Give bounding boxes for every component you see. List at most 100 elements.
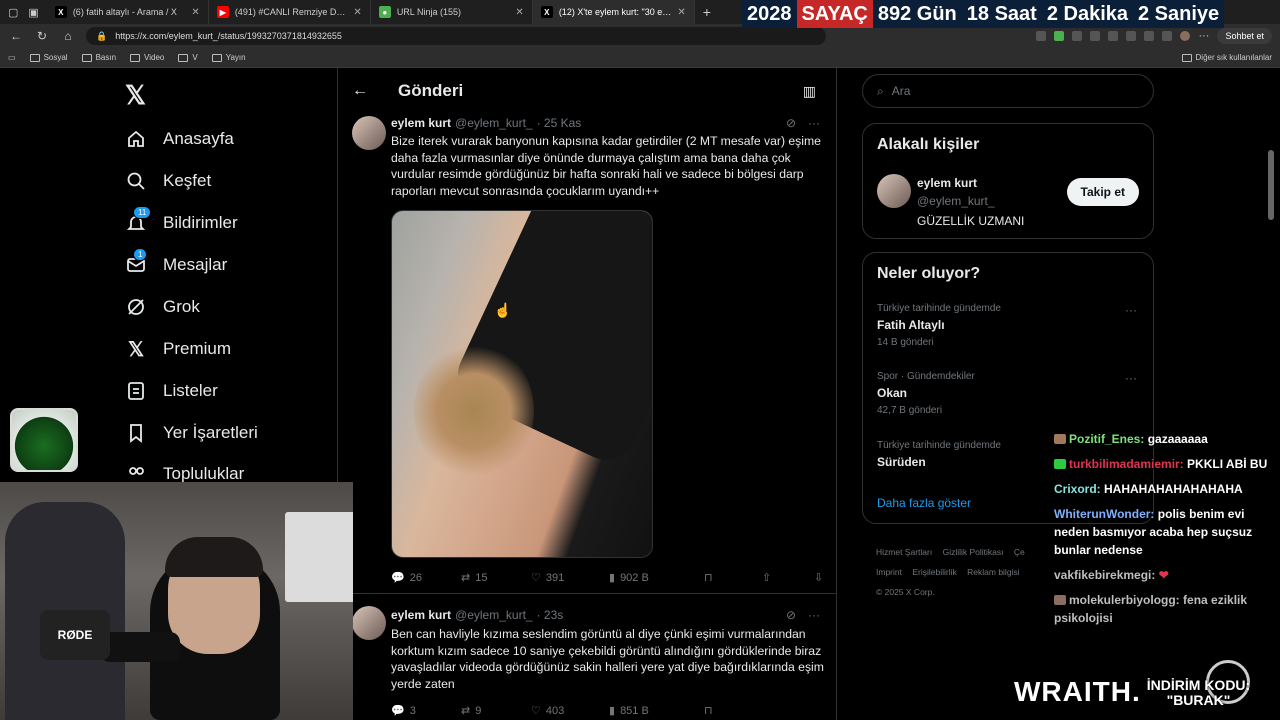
more-options-icon[interactable]: ··· (808, 608, 820, 622)
repost-button[interactable]: ⇄ 9 (461, 704, 531, 718)
share-button[interactable]: ⇧ (762, 571, 814, 584)
menu-dots-icon[interactable]: ··· (1198, 30, 1209, 42)
other-bookmarks[interactable]: Diğer sık kullanılanlar (1181, 53, 1272, 62)
nav-explore[interactable]: Keşfet (125, 170, 211, 192)
page-title: Gönderi (398, 81, 464, 100)
more-options-icon[interactable]: ··· (1125, 371, 1137, 385)
workspaces-icon[interactable]: ▢ (8, 6, 18, 19)
author-handle[interactable]: @eylem_kurt_ (455, 608, 533, 622)
browser-tab-2[interactable]: ▶ (491) #CANLI Remziye Demirkol ✕ (209, 0, 371, 24)
avatar[interactable] (352, 606, 386, 640)
folder-icon (211, 53, 222, 62)
reply-button[interactable]: 💬 3 (391, 704, 461, 718)
post-header: ← Gönderi ▥ (338, 70, 836, 112)
grok-icon[interactable]: ⊘ (786, 608, 796, 622)
like-button[interactable]: ♡ 391 (531, 571, 609, 585)
close-tab-icon[interactable]: ✕ (677, 7, 685, 18)
person-name[interactable]: eylem kurt (917, 176, 977, 190)
close-tab-icon[interactable]: ✕ (191, 7, 199, 18)
new-tab-button[interactable]: + (695, 4, 719, 20)
follow-button[interactable]: Takip et (1066, 178, 1139, 206)
extension-icon[interactable] (1108, 31, 1119, 41)
bookmark-label: Sosyal (43, 53, 68, 62)
tweet-photo[interactable] (391, 210, 653, 558)
footer-link[interactable]: Imprint (876, 567, 902, 577)
bookmark-manager-icon[interactable]: ▭ (8, 53, 16, 62)
author-handle[interactable]: @eylem_kurt_ (455, 116, 533, 130)
bookmark-folder[interactable]: Yayın (211, 53, 246, 62)
footer-link[interactable]: Hizmet Şartları (876, 547, 932, 557)
search-icon (125, 170, 147, 192)
more-options-icon[interactable]: ··· (1125, 303, 1137, 317)
tweet-time[interactable]: · 25 Kas (537, 116, 582, 130)
folder-icon (178, 53, 189, 62)
browser-tab-4[interactable]: X (12) X'te eylem kurt: "30 eylül sab ✕ (532, 0, 695, 24)
nav-label: Grok (163, 297, 200, 316)
footer-link[interactable]: Reklam bilgisi (967, 567, 1019, 577)
extension-icon[interactable] (1144, 31, 1155, 41)
profile-avatar-icon[interactable] (1180, 31, 1191, 41)
show-more-link[interactable]: Daha fazla göster (877, 496, 971, 510)
tab-actions-icon[interactable]: ▣ (28, 6, 38, 19)
bookmark-folder[interactable]: Sosyal (29, 53, 68, 62)
chat-text: gazaaaaaa (1147, 432, 1208, 446)
tweet-time[interactable]: · 23s (537, 608, 564, 622)
reply-button[interactable]: 💬 26 (391, 571, 461, 585)
repost-button[interactable]: ⇄ 15 (461, 571, 531, 585)
extension-icon[interactable] (1036, 31, 1047, 41)
views-button[interactable]: ▮ 851 B (609, 704, 704, 718)
bookmark-folder[interactable]: Video (130, 53, 164, 62)
back-arrow-icon[interactable]: ← (352, 82, 382, 100)
home-icon[interactable]: ⌂ (60, 29, 76, 43)
extension-icon[interactable] (1054, 31, 1065, 41)
author-name[interactable]: eylem kurt (391, 116, 451, 130)
bookmark-folder[interactable]: Basın (81, 53, 116, 62)
tweet[interactable]: eylem kurt @eylem_kurt_ · 23s ⊘ ··· Ben … (338, 596, 836, 720)
author-name[interactable]: eylem kurt (391, 608, 451, 622)
views-button[interactable]: ▮ 902 B (609, 571, 704, 585)
browser-tab-3[interactable]: ● URL Ninja (155) ✕ (371, 0, 533, 24)
nav-notifications[interactable]: 11 Bildirimler (125, 206, 238, 234)
person-handle[interactable]: @eylem_kurt_ (917, 194, 995, 208)
trend-item[interactable]: Spor · Gündemdekiler Okan 42,7 B gönderi… (877, 371, 1137, 416)
grok-icon[interactable]: ⊘ (786, 116, 796, 130)
download-button[interactable]: ⇩ (814, 571, 823, 584)
home-icon (125, 128, 147, 150)
footer-link[interactable]: Gizlilik Politikası (943, 547, 1004, 557)
scrollbar[interactable] (1268, 150, 1274, 220)
avatar[interactable] (352, 116, 386, 150)
bookmark-folder[interactable]: V (178, 53, 198, 62)
extension-icon[interactable] (1126, 31, 1137, 41)
nav-messages[interactable]: 1 Mesajlar (125, 248, 227, 276)
nav-lists[interactable]: Listeler (125, 380, 218, 402)
close-tab-icon[interactable]: ✕ (515, 7, 523, 18)
bookmark-button[interactable]: ⊓ (704, 704, 762, 717)
search-input[interactable]: ⌕ Ara (862, 74, 1154, 108)
like-button[interactable]: ♡ 403 (531, 704, 609, 718)
footer-link[interactable]: Erişilebilirlik (912, 567, 956, 577)
mail-icon: 1 (125, 248, 148, 276)
extension-icon[interactable] (1072, 31, 1083, 41)
bookmark-button[interactable]: ⊓ (704, 571, 762, 584)
x-logo-icon[interactable]: 𝕏 (125, 80, 146, 111)
more-options-icon[interactable]: ··· (808, 116, 820, 130)
refresh-icon[interactable]: ↻ (34, 29, 50, 43)
tweet-author[interactable]: eylem kurt @eylem_kurt_ · 25 Kas (391, 116, 581, 130)
avatar[interactable] (877, 174, 911, 208)
nav-grok[interactable]: Grok (125, 296, 200, 318)
nav-premium[interactable]: 𝕏 Premium (125, 338, 231, 361)
heart-icon: ♡ (531, 705, 541, 717)
close-tab-icon[interactable]: ✕ (353, 7, 361, 18)
nav-home[interactable]: Anasayfa (125, 128, 234, 150)
tweet-author[interactable]: eylem kurt @eylem_kurt_ · 23s (391, 608, 563, 622)
reader-mode-icon[interactable]: ▥ (803, 83, 816, 100)
nav-bookmarks[interactable]: Yer İşaretleri (125, 422, 258, 444)
back-icon[interactable]: ← (8, 29, 24, 43)
browser-tab-1[interactable]: X (6) fatih altaylı - Arama / X ✕ (47, 0, 209, 24)
url-field[interactable]: 🔒 https://x.com/eylem_kurt_/status/19932… (86, 27, 826, 45)
extension-icon[interactable] (1090, 31, 1101, 41)
extension-icon[interactable] (1162, 31, 1173, 41)
chat-button[interactable]: Sohbet et (1217, 28, 1272, 44)
trend-item[interactable]: Türkiye tarihinde gündemde Fatih Altaylı… (877, 303, 1137, 348)
footer-link[interactable]: Çe (1014, 547, 1025, 557)
